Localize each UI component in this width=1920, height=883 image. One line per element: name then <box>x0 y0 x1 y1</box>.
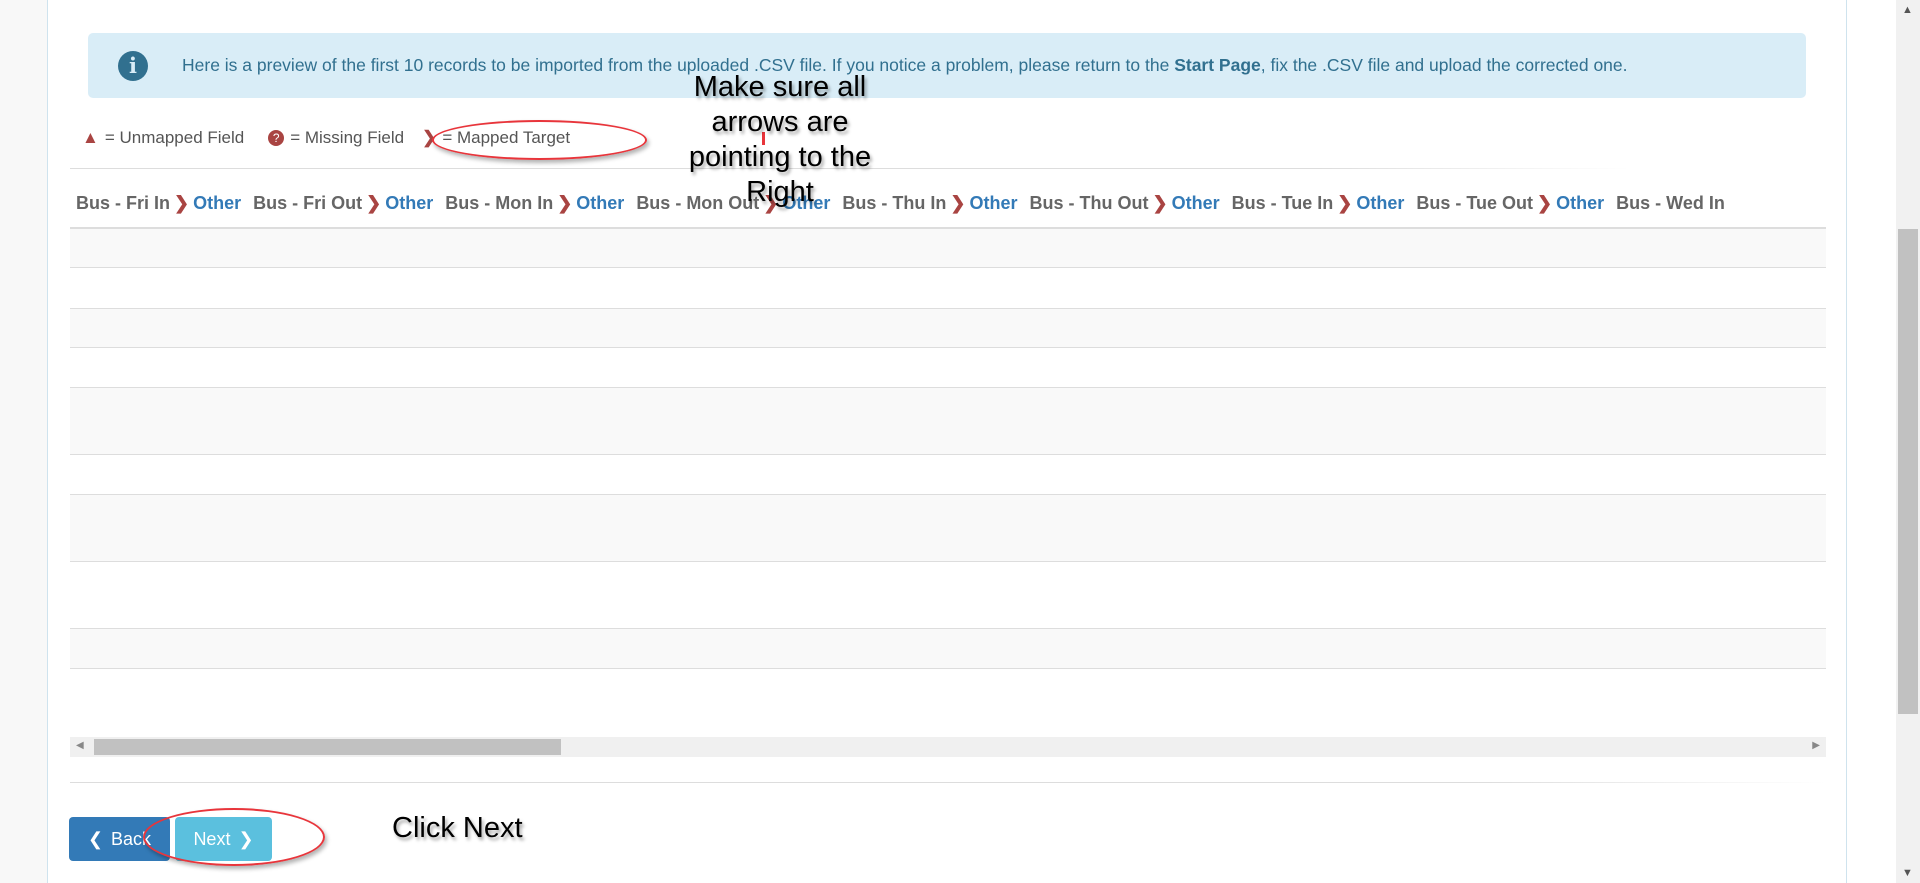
target-field: Other <box>385 193 434 213</box>
info-alert: i Here is a preview of the first 10 reco… <box>88 33 1806 98</box>
table-row <box>70 455 1826 495</box>
annotation-ellipse-next <box>143 808 325 866</box>
column-header: Bus - Tue In ❯ Other <box>1232 193 1405 214</box>
chevron-right-icon: ❯ <box>174 193 190 213</box>
horizontal-scrollbar[interactable]: ◀ ▶ <box>70 737 1826 757</box>
preview-table-header: Bus - Fri In ❯ Other Bus - Fri Out ❯ Other Bus… <box>70 193 1826 229</box>
table-row <box>70 229 1826 268</box>
table-row <box>70 562 1826 629</box>
horizontal-scroll-thumb[interactable] <box>94 739 561 755</box>
source-field: Bus - Fri In <box>76 193 170 213</box>
table-row <box>70 669 1826 730</box>
annotation-ellipse-legend <box>432 120 647 160</box>
scroll-up-icon[interactable]: ▲ <box>1902 4 1913 16</box>
column-header: Bus - Wed In <box>1616 193 1725 214</box>
column-header: Bus - Thu Out ❯ Other <box>1030 193 1220 214</box>
legend-missing: = Missing Field <box>290 128 405 147</box>
target-field: Other <box>193 193 242 213</box>
start-page-link[interactable]: Start Page <box>1174 55 1261 75</box>
annotation-click-next: Click Next <box>392 812 523 844</box>
info-circle-icon: i <box>118 50 148 81</box>
panel-border <box>1846 0 1847 883</box>
table-row <box>70 309 1826 348</box>
column-header: Bus - Tue Out ❯ Other <box>1416 193 1604 214</box>
chevron-right-icon: ❯ <box>366 193 382 213</box>
scroll-down-icon[interactable]: ▼ <box>1902 867 1913 879</box>
target-field: Other <box>969 193 1018 213</box>
question-circle-icon: ? <box>268 130 285 146</box>
chevron-right-icon: ❯ <box>1537 193 1553 213</box>
column-header: Bus - Mon In ❯ Other <box>445 193 624 214</box>
table-row <box>70 629 1826 669</box>
table-row <box>70 495 1826 562</box>
target-field: Other <box>1356 193 1405 213</box>
source-field: Bus - Tue Out <box>1416 193 1534 213</box>
chevron-right-icon: ❯ <box>950 193 966 213</box>
divider <box>70 782 1826 783</box>
chevron-right-icon: ❯ <box>557 193 573 213</box>
table-row <box>70 268 1826 309</box>
table-row <box>70 388 1826 455</box>
legend-unmapped: = Unmapped Field <box>104 128 245 147</box>
vertical-scroll-thumb[interactable] <box>1898 229 1918 714</box>
target-field: Other <box>1171 193 1220 213</box>
source-field: Bus - Fri Out <box>253 193 363 213</box>
source-field: Bus - Wed In <box>1616 193 1725 213</box>
table-row <box>70 348 1826 388</box>
chevron-right-icon: ❯ <box>1152 193 1168 213</box>
target-field: Other <box>1556 193 1605 213</box>
annotation-arrows-note: Make sure all arrows are pointing to the… <box>688 71 872 208</box>
scroll-right-icon[interactable]: ▶ <box>1812 740 1820 751</box>
target-field: Other <box>576 193 625 213</box>
source-field: Bus - Mon In <box>445 193 554 213</box>
column-header: Bus - Fri Out ❯ Other <box>253 193 433 214</box>
vertical-scrollbar[interactable]: ▲ ▼ <box>1896 0 1920 883</box>
page-left-margin <box>0 0 48 883</box>
column-header: Bus - Fri In ❯ Other <box>76 193 241 214</box>
chevron-left-icon: ❮ <box>87 828 104 849</box>
chevron-right-icon: ❯ <box>1337 193 1353 213</box>
warning-triangle-icon: ▲ <box>82 128 99 147</box>
source-field: Bus - Thu Out <box>1029 193 1149 213</box>
source-field: Bus - Tue In <box>1231 193 1334 213</box>
scroll-left-icon[interactable]: ◀ <box>76 740 84 751</box>
